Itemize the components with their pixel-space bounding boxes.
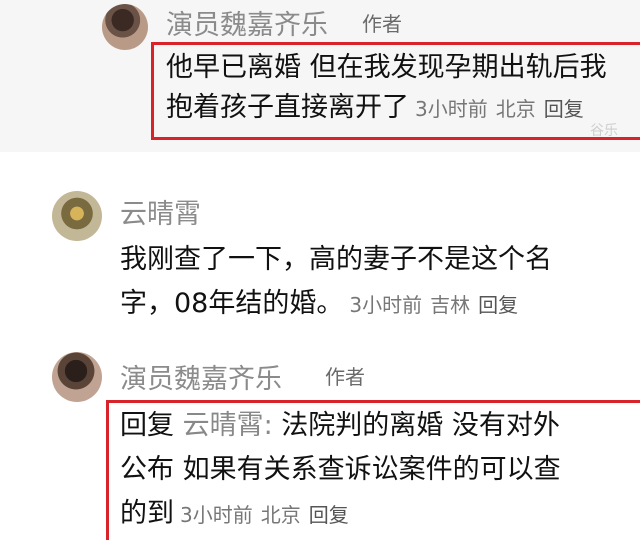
author-badge: 作者 [362, 12, 402, 36]
commenter-name[interactable]: 演员魏嘉齐乐 [120, 357, 282, 396]
comment-text-line: 公布 如果有关系查诉讼案件的可以查 [120, 454, 561, 485]
comment-text-line: 他早已离婚 但在我发现孕期出轨后我 [166, 52, 607, 83]
avatar[interactable] [52, 191, 102, 241]
comment-location: 吉林 [430, 293, 471, 317]
comment-text-line: 我刚查了一下，高的妻子不是这个名 [120, 244, 552, 275]
comment-meta: 3小时前 北京 回复 [415, 97, 592, 121]
comment-text: 抱着孩子直接离开了 [166, 92, 409, 123]
author-badge: 作者 [325, 365, 365, 389]
comment-meta: 3小时前 北京 回复 [180, 503, 357, 527]
comment-text-line-with-meta: 字，08年结的婚。 3小时前 吉林 回复 [120, 284, 526, 325]
comment-time: 3小时前 [180, 503, 253, 527]
reply-button[interactable]: 回复 [544, 97, 584, 121]
comment-text-line-with-meta: 抱着孩子直接离开了 3小时前 北京 回复 [166, 88, 592, 129]
comment-meta: 3小时前 吉林 回复 [349, 293, 526, 317]
comment-text: 法院判的离婚 没有对外 [281, 410, 560, 441]
comment-time: 3小时前 [415, 97, 488, 121]
watermark: 谷乐 [590, 123, 618, 139]
commenter-name[interactable]: 演员魏嘉齐乐 [166, 3, 328, 42]
avatar[interactable] [52, 352, 102, 402]
avatar[interactable] [102, 4, 148, 50]
comment-location: 北京 [495, 97, 536, 121]
commenter-name[interactable]: 云晴霄 [120, 192, 201, 231]
reply-button[interactable]: 回复 [309, 503, 349, 527]
comment-text-line-with-meta: 的到 3小时前 北京 回复 [120, 494, 357, 535]
comment-text: 字，08年结的婚。 [120, 288, 344, 319]
comment-time: 3小时前 [349, 293, 423, 317]
comment-text: 的到 [120, 498, 174, 529]
reply-button[interactable]: 回复 [478, 293, 518, 317]
reply-prefix: 回复 [120, 410, 174, 441]
comment-location: 北京 [260, 503, 301, 527]
comment-text-line: 回复 云晴霄: 法院判的离婚 没有对外 [120, 406, 560, 446]
reply-to-user[interactable]: 云晴霄: [183, 410, 273, 441]
